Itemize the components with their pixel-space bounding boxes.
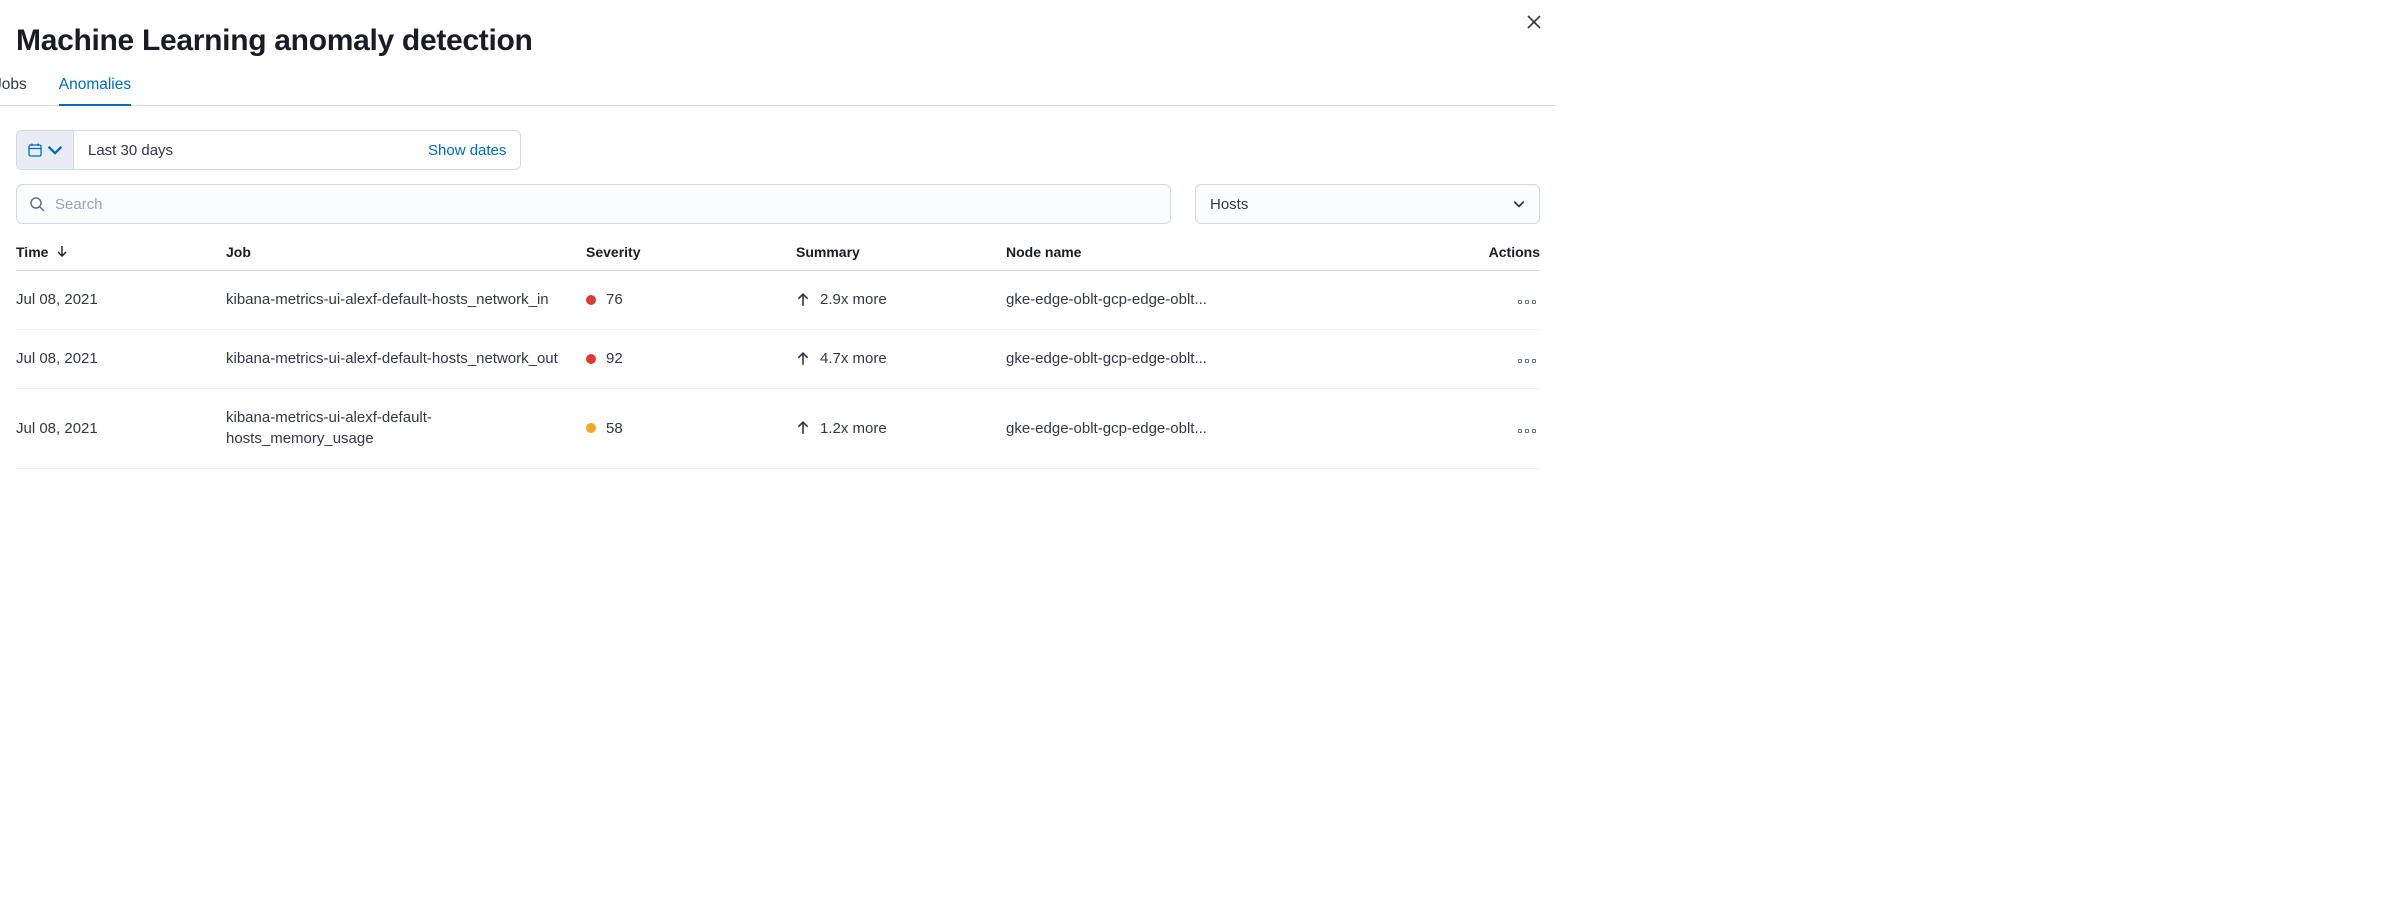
- search-icon: [29, 196, 45, 212]
- cell-node-name: gke-edge-oblt-gcp-edge-oblt...: [1006, 329, 1470, 388]
- date-range-label[interactable]: Last 30 days: [74, 131, 414, 169]
- cell-actions: [1470, 271, 1540, 330]
- col-header-job[interactable]: Job: [226, 234, 586, 271]
- row-actions-button[interactable]: [1514, 425, 1540, 437]
- sort-desc-icon: [56, 245, 68, 257]
- calendar-button[interactable]: [17, 131, 74, 169]
- calendar-icon: [27, 142, 43, 158]
- severity-value: 92: [606, 350, 623, 367]
- cell-severity: 92: [586, 329, 796, 388]
- cell-job: kibana-metrics-ui-alexf-default-hosts_ne…: [226, 329, 586, 388]
- arrow-up-icon: [796, 352, 810, 366]
- col-header-actions: Actions: [1470, 234, 1540, 271]
- job-name: kibana-metrics-ui-alexf-default-hosts_me…: [226, 407, 578, 451]
- cell-time: Jul 08, 2021: [16, 388, 226, 469]
- chevron-down-icon: [47, 142, 63, 158]
- cell-node-name: gke-edge-oblt-gcp-edge-oblt...: [1006, 271, 1470, 330]
- cell-job: kibana-metrics-ui-alexf-default-hosts_me…: [226, 388, 586, 469]
- severity-dot-icon: [586, 423, 596, 433]
- close-icon: [1527, 15, 1541, 29]
- cell-actions: [1470, 388, 1540, 469]
- filter-select[interactable]: Hosts: [1195, 184, 1540, 224]
- cell-summary: 4.7x more: [796, 329, 1006, 388]
- severity-dot-icon: [586, 295, 596, 305]
- summary-text: 2.9x more: [820, 291, 887, 308]
- cell-job: kibana-metrics-ui-alexf-default-hosts_ne…: [226, 271, 586, 330]
- show-dates-link[interactable]: Show dates: [414, 131, 520, 169]
- col-header-severity[interactable]: Severity: [586, 234, 796, 271]
- table-row: Jul 08, 2021kibana-metrics-ui-alexf-defa…: [16, 388, 1540, 469]
- tab-jobs[interactable]: Jobs: [0, 76, 27, 106]
- cell-severity: 58: [586, 388, 796, 469]
- table-row: Jul 08, 2021kibana-metrics-ui-alexf-defa…: [16, 271, 1540, 330]
- search-box[interactable]: [16, 184, 1171, 224]
- row-actions-button[interactable]: [1514, 355, 1540, 367]
- cell-time: Jul 08, 2021: [16, 329, 226, 388]
- col-header-summary[interactable]: Summary: [796, 234, 1006, 271]
- close-button[interactable]: [1522, 10, 1546, 34]
- job-name: kibana-metrics-ui-alexf-default-hosts_ne…: [226, 289, 578, 311]
- table-row: Jul 08, 2021kibana-metrics-ui-alexf-defa…: [16, 329, 1540, 388]
- cell-summary: 1.2x more: [796, 388, 1006, 469]
- chevron-down-icon: [1513, 198, 1525, 210]
- col-header-time[interactable]: Time: [16, 234, 226, 271]
- job-name: kibana-metrics-ui-alexf-default-hosts_ne…: [226, 348, 578, 370]
- row-actions-button[interactable]: [1514, 296, 1540, 308]
- cell-summary: 2.9x more: [796, 271, 1006, 330]
- severity-value: 58: [606, 420, 623, 437]
- date-range-picker: Last 30 days Show dates: [16, 130, 521, 170]
- tab-anomalies[interactable]: Anomalies: [59, 76, 131, 106]
- filter-select-value: Hosts: [1210, 196, 1248, 213]
- page-title: Machine Learning anomaly detection: [16, 24, 1540, 58]
- cell-actions: [1470, 329, 1540, 388]
- arrow-up-icon: [796, 293, 810, 307]
- severity-dot-icon: [586, 354, 596, 364]
- col-header-time-label: Time: [16, 244, 48, 260]
- cell-time: Jul 08, 2021: [16, 271, 226, 330]
- summary-text: 1.2x more: [820, 420, 887, 437]
- arrow-up-icon: [796, 421, 810, 435]
- severity-value: 76: [606, 291, 623, 308]
- tabs: Jobs Anomalies: [0, 76, 1556, 106]
- cell-node-name: gke-edge-oblt-gcp-edge-oblt...: [1006, 388, 1470, 469]
- table-header-row: Time Job Severity Summary Node name Acti…: [16, 234, 1540, 271]
- anomalies-table: Time Job Severity Summary Node name Acti…: [16, 234, 1540, 469]
- cell-severity: 76: [586, 271, 796, 330]
- summary-text: 4.7x more: [820, 350, 887, 367]
- search-input[interactable]: [55, 196, 1158, 213]
- col-header-node[interactable]: Node name: [1006, 234, 1470, 271]
